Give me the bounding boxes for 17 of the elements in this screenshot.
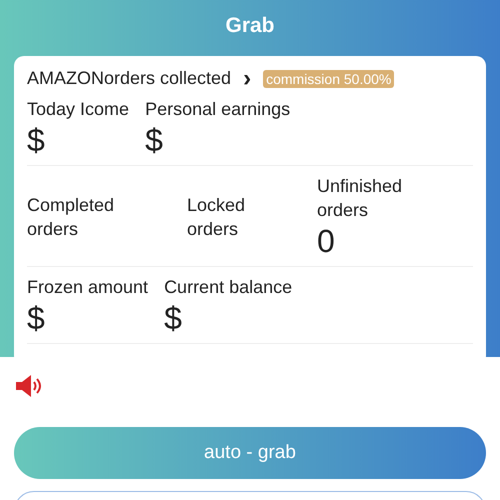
stat-label: Frozen amount bbox=[27, 276, 148, 299]
stat-label: Today Icome bbox=[27, 98, 130, 121]
stat-label: Personal earnings bbox=[145, 98, 290, 121]
speaker-icon[interactable] bbox=[14, 373, 44, 399]
stat-label: Current balance bbox=[164, 276, 292, 299]
stat-value: $ bbox=[27, 299, 45, 337]
stat-value: $ bbox=[145, 121, 163, 159]
commission-badge: commission 50.00% bbox=[263, 70, 394, 88]
stat-value: $ bbox=[164, 299, 182, 337]
stat-label: Locked orders bbox=[187, 194, 246, 241]
stat-label: Completed orders bbox=[27, 194, 116, 241]
stat-value: $ bbox=[27, 121, 45, 159]
card-title: AMAZONorders collected bbox=[27, 68, 232, 89]
stat-label: Unfinished orders bbox=[317, 175, 404, 222]
stat-value: 0 bbox=[317, 222, 335, 260]
page-title: Grab bbox=[224, 14, 276, 38]
chevron-icon[interactable]: › bbox=[243, 68, 252, 88]
